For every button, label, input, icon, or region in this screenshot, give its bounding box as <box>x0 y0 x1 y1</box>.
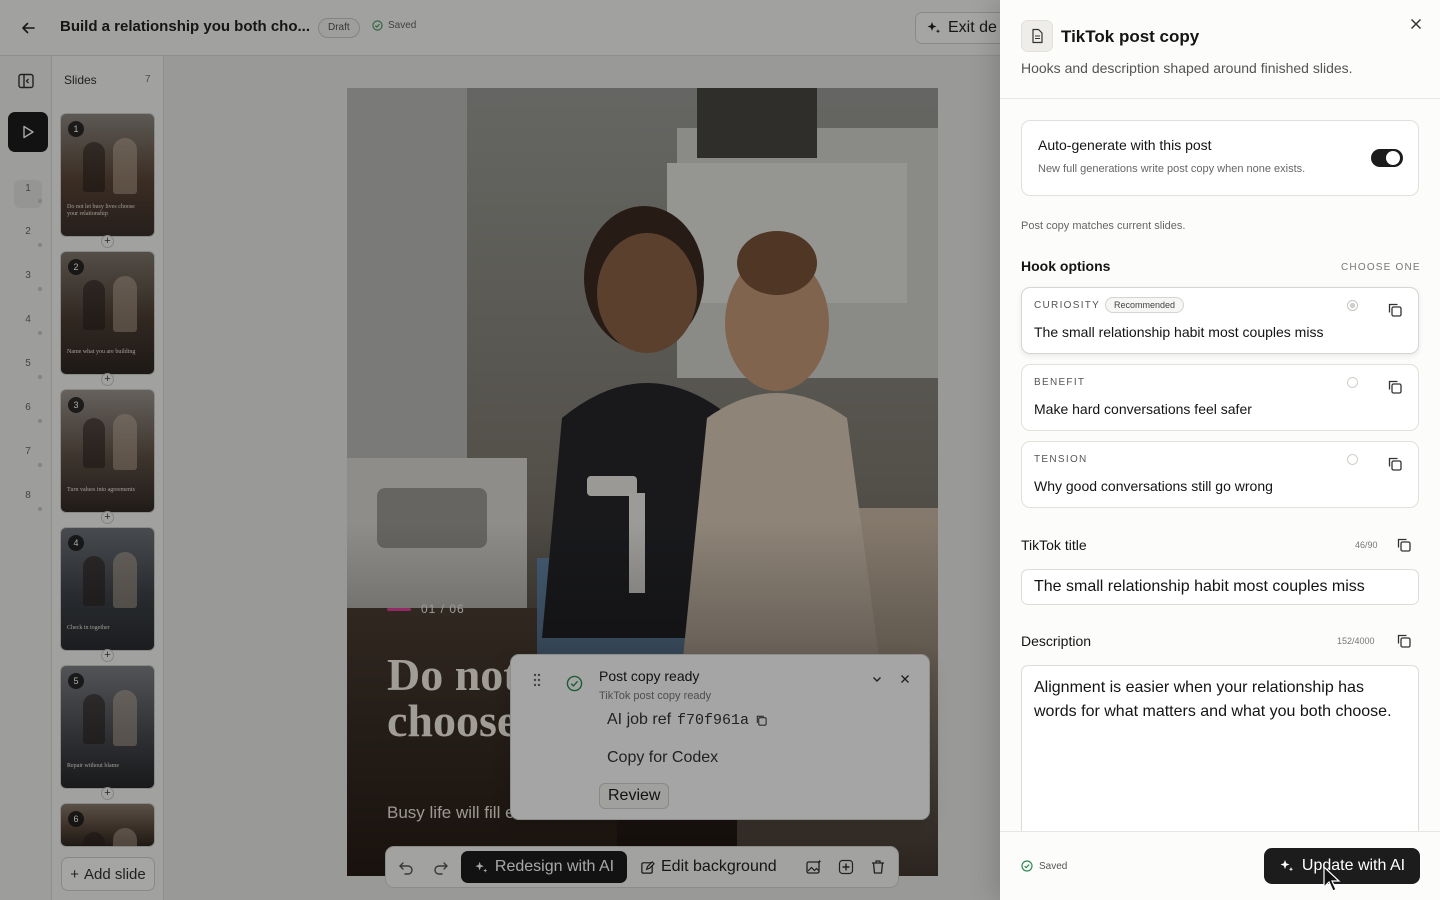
hook-tag: TENSION <box>1034 454 1088 465</box>
copy-title-button[interactable] <box>1395 536 1413 554</box>
hook-text: Why good conversations still go wrong <box>1034 478 1273 494</box>
choose-one-label: CHOOSE ONE <box>1341 262 1421 273</box>
copy-icon <box>1388 457 1402 471</box>
hook-tag: CURIOSITY <box>1034 300 1101 311</box>
toggle-knob <box>1386 151 1400 165</box>
copy-icon <box>1397 538 1411 552</box>
recommended-badge: Recommended <box>1105 297 1185 313</box>
copy-hook-button[interactable] <box>1386 301 1404 319</box>
hook-option-card[interactable] <box>1021 364 1419 431</box>
copy-hook-button[interactable] <box>1386 378 1404 396</box>
check-circle-icon <box>1021 860 1033 872</box>
copy-description-button[interactable] <box>1395 632 1413 650</box>
hook-radio[interactable] <box>1347 377 1358 388</box>
footer-saved-text: Saved <box>1039 860 1068 872</box>
panel-title: TikTok post copy <box>1061 27 1200 46</box>
panel-close-button[interactable] <box>1406 14 1426 34</box>
auto-generate-card <box>1021 120 1419 196</box>
hook-options-heading: Hook options <box>1021 258 1111 274</box>
footer-saved-status: Saved <box>1021 860 1067 872</box>
match-note: Post copy matches current slides. <box>1021 220 1186 232</box>
copy-icon <box>1397 634 1411 648</box>
tiktok-title-input[interactable] <box>1021 569 1419 605</box>
close-icon <box>1410 18 1422 30</box>
hook-text: Make hard conversations feel safer <box>1034 401 1252 417</box>
description-input[interactable]: Alignment is easier when your relationsh… <box>1021 665 1419 845</box>
panel-subtitle: Hooks and description shaped around fini… <box>1021 60 1353 76</box>
hook-tag: BENEFIT <box>1034 377 1086 388</box>
update-with-ai-button[interactable]: Update with AI <box>1264 848 1420 884</box>
hook-radio[interactable] <box>1347 300 1358 311</box>
tiktok-title-count: 46/90 <box>1355 540 1378 550</box>
update-with-ai-label: Update with AI <box>1301 857 1406 874</box>
copy-icon <box>1388 380 1402 394</box>
hook-text: The small relationship habit most couple… <box>1034 324 1324 340</box>
panel-divider <box>1000 98 1440 99</box>
sparkle-icon <box>1280 860 1294 872</box>
document-icon-badge <box>1021 20 1053 52</box>
description-label: Description <box>1021 633 1092 649</box>
auto-generate-title: Auto-generate with this post <box>1038 137 1212 153</box>
modal-scrim[interactable] <box>0 0 1000 900</box>
mouse-cursor-icon <box>1322 866 1342 894</box>
copy-icon <box>1388 303 1402 317</box>
hook-option-card[interactable] <box>1021 441 1419 508</box>
copy-hook-button[interactable] <box>1386 455 1404 473</box>
description-count: 152/4000 <box>1337 636 1375 646</box>
document-icon <box>1032 28 1043 44</box>
auto-generate-description: New full generations write post copy whe… <box>1038 163 1306 175</box>
tiktok-title-label: TikTok title <box>1021 537 1087 553</box>
hook-option-card[interactable] <box>1021 287 1419 354</box>
hook-radio[interactable] <box>1347 454 1358 465</box>
